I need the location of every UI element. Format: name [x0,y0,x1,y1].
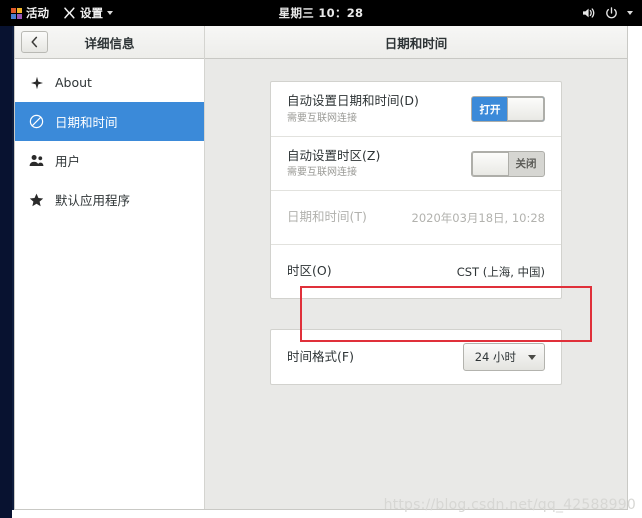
timezone-value: CST (上海, 中国) [456,264,545,279]
automatic-timezone-switch[interactable]: 关闭 [471,150,545,177]
sparkle-icon [28,76,45,90]
row-text-group: 自动设置日期和时间(D) 需要互联网连接 [287,93,419,125]
row-subtitle: 需要互联网连接 [287,112,357,124]
row-title: 时区(O) [287,263,332,279]
clock-label: 星期三 10：28 [278,6,364,20]
top-bar-left-group: 活动 设置 [0,5,113,21]
row-text-group: 自动设置时区(Z) 需要互联网连接 [287,148,380,180]
sidebar-item-default-apps[interactable]: 默认应用程序 [15,180,204,219]
row-time-format[interactable]: 时间格式(F) 24 小时 [271,330,561,384]
chevron-down-icon [528,354,536,360]
back-button[interactable] [21,31,48,53]
time-format-value: 24 小时 [474,350,516,364]
row-title: 时间格式(F) [287,348,354,364]
time-format-dropdown[interactable]: 24 小时 [462,343,545,371]
sidebar-item-users[interactable]: 用户 [15,141,204,180]
row-date-and-time: 日期和时间(T) 2020年03月18日, 10:28 [271,190,561,244]
row-text-group: 时间格式(F) [287,349,354,366]
app-menu-label: 设置 [80,6,103,20]
sidebar-item-label: 日期和时间 [55,115,118,130]
row-text-group: 日期和时间(T) [287,209,367,226]
app-menu-button[interactable]: 设置 [63,5,113,21]
main-content-area: 自动设置日期和时间(D) 需要互联网连接 打开 自动设置时区(Z) 需要互联网连… [205,59,627,509]
users-icon [28,154,45,167]
row-timezone[interactable]: 时区(O) CST (上海, 中国) [271,244,561,298]
volume-speaker-icon [582,7,596,19]
clock-icon [28,114,45,129]
star-icon [28,193,45,207]
sidebar-item-label: 默认应用程序 [55,193,131,208]
top-bar-status-area[interactable] [582,0,633,26]
tools-icon [63,7,76,19]
switch-state-label: 打开 [479,103,501,116]
watermark-text: https://blog.csdn.net/qq_42588990 [383,497,636,513]
system-chevron-down-icon [627,11,633,15]
chevron-down-icon [107,11,113,15]
sidebar-item-label: About [55,75,92,90]
row-title: 自动设置日期和时间(D) [287,93,419,109]
gnome-top-bar: 活动 设置 星期三 10：28 [0,0,642,26]
page-title: 日期和时间 [384,35,448,51]
row-subtitle: 需要互联网连接 [287,167,357,179]
row-title: 日期和时间(T) [287,209,367,225]
row-automatic-datetime[interactable]: 自动设置日期和时间(D) 需要互联网连接 打开 [271,82,561,136]
datetime-settings-card: 自动设置日期和时间(D) 需要互联网连接 打开 自动设置时区(Z) 需要互联网连… [270,81,562,299]
switch-knob [507,97,544,121]
date-time-value: 2020年03月18日, 10:28 [411,210,546,225]
row-automatic-timezone[interactable]: 自动设置时区(Z) 需要互联网连接 关闭 [271,136,561,190]
sidebar-nav-list: About 日期和时间 用户 默认应用程序 [15,59,204,509]
sidebar-item-label: 用户 [55,154,81,169]
switch-state-label: 关闭 [515,158,537,170]
activities-button[interactable]: 活动 [11,5,49,21]
activities-label: 活动 [26,6,49,20]
time-format-card: 时间格式(F) 24 小时 [270,329,562,385]
row-title: 自动设置时区(Z) [287,147,381,163]
settings-window: 详细信息 About 日期和时间 用户 默认应用程序 日期和时间 自动设置日期和… [14,26,628,510]
sidebar-header-bar: 详细信息 [15,26,204,59]
activities-grid-icon [11,7,22,19]
settings-main-panel: 日期和时间 自动设置日期和时间(D) 需要互联网连接 打开 自动设置时区(Z) … [205,26,627,509]
switch-knob [472,151,509,176]
desktop-background-strip [0,26,12,518]
settings-sidebar: 详细信息 About 日期和时间 用户 默认应用程序 [15,26,205,509]
chevron-left-icon [30,36,39,48]
sidebar-item-date-time[interactable]: 日期和时间 [15,102,204,141]
screen-root: 活动 设置 星期三 10：28 详细信息 About 日期和时间 用户 默认应用… [0,0,642,518]
automatic-datetime-switch[interactable]: 打开 [471,96,545,122]
sidebar-item-about[interactable]: About [15,63,204,102]
power-icon [605,6,618,20]
main-header-bar: 日期和时间 [205,26,627,59]
row-text-group: 时区(O) [287,263,332,280]
